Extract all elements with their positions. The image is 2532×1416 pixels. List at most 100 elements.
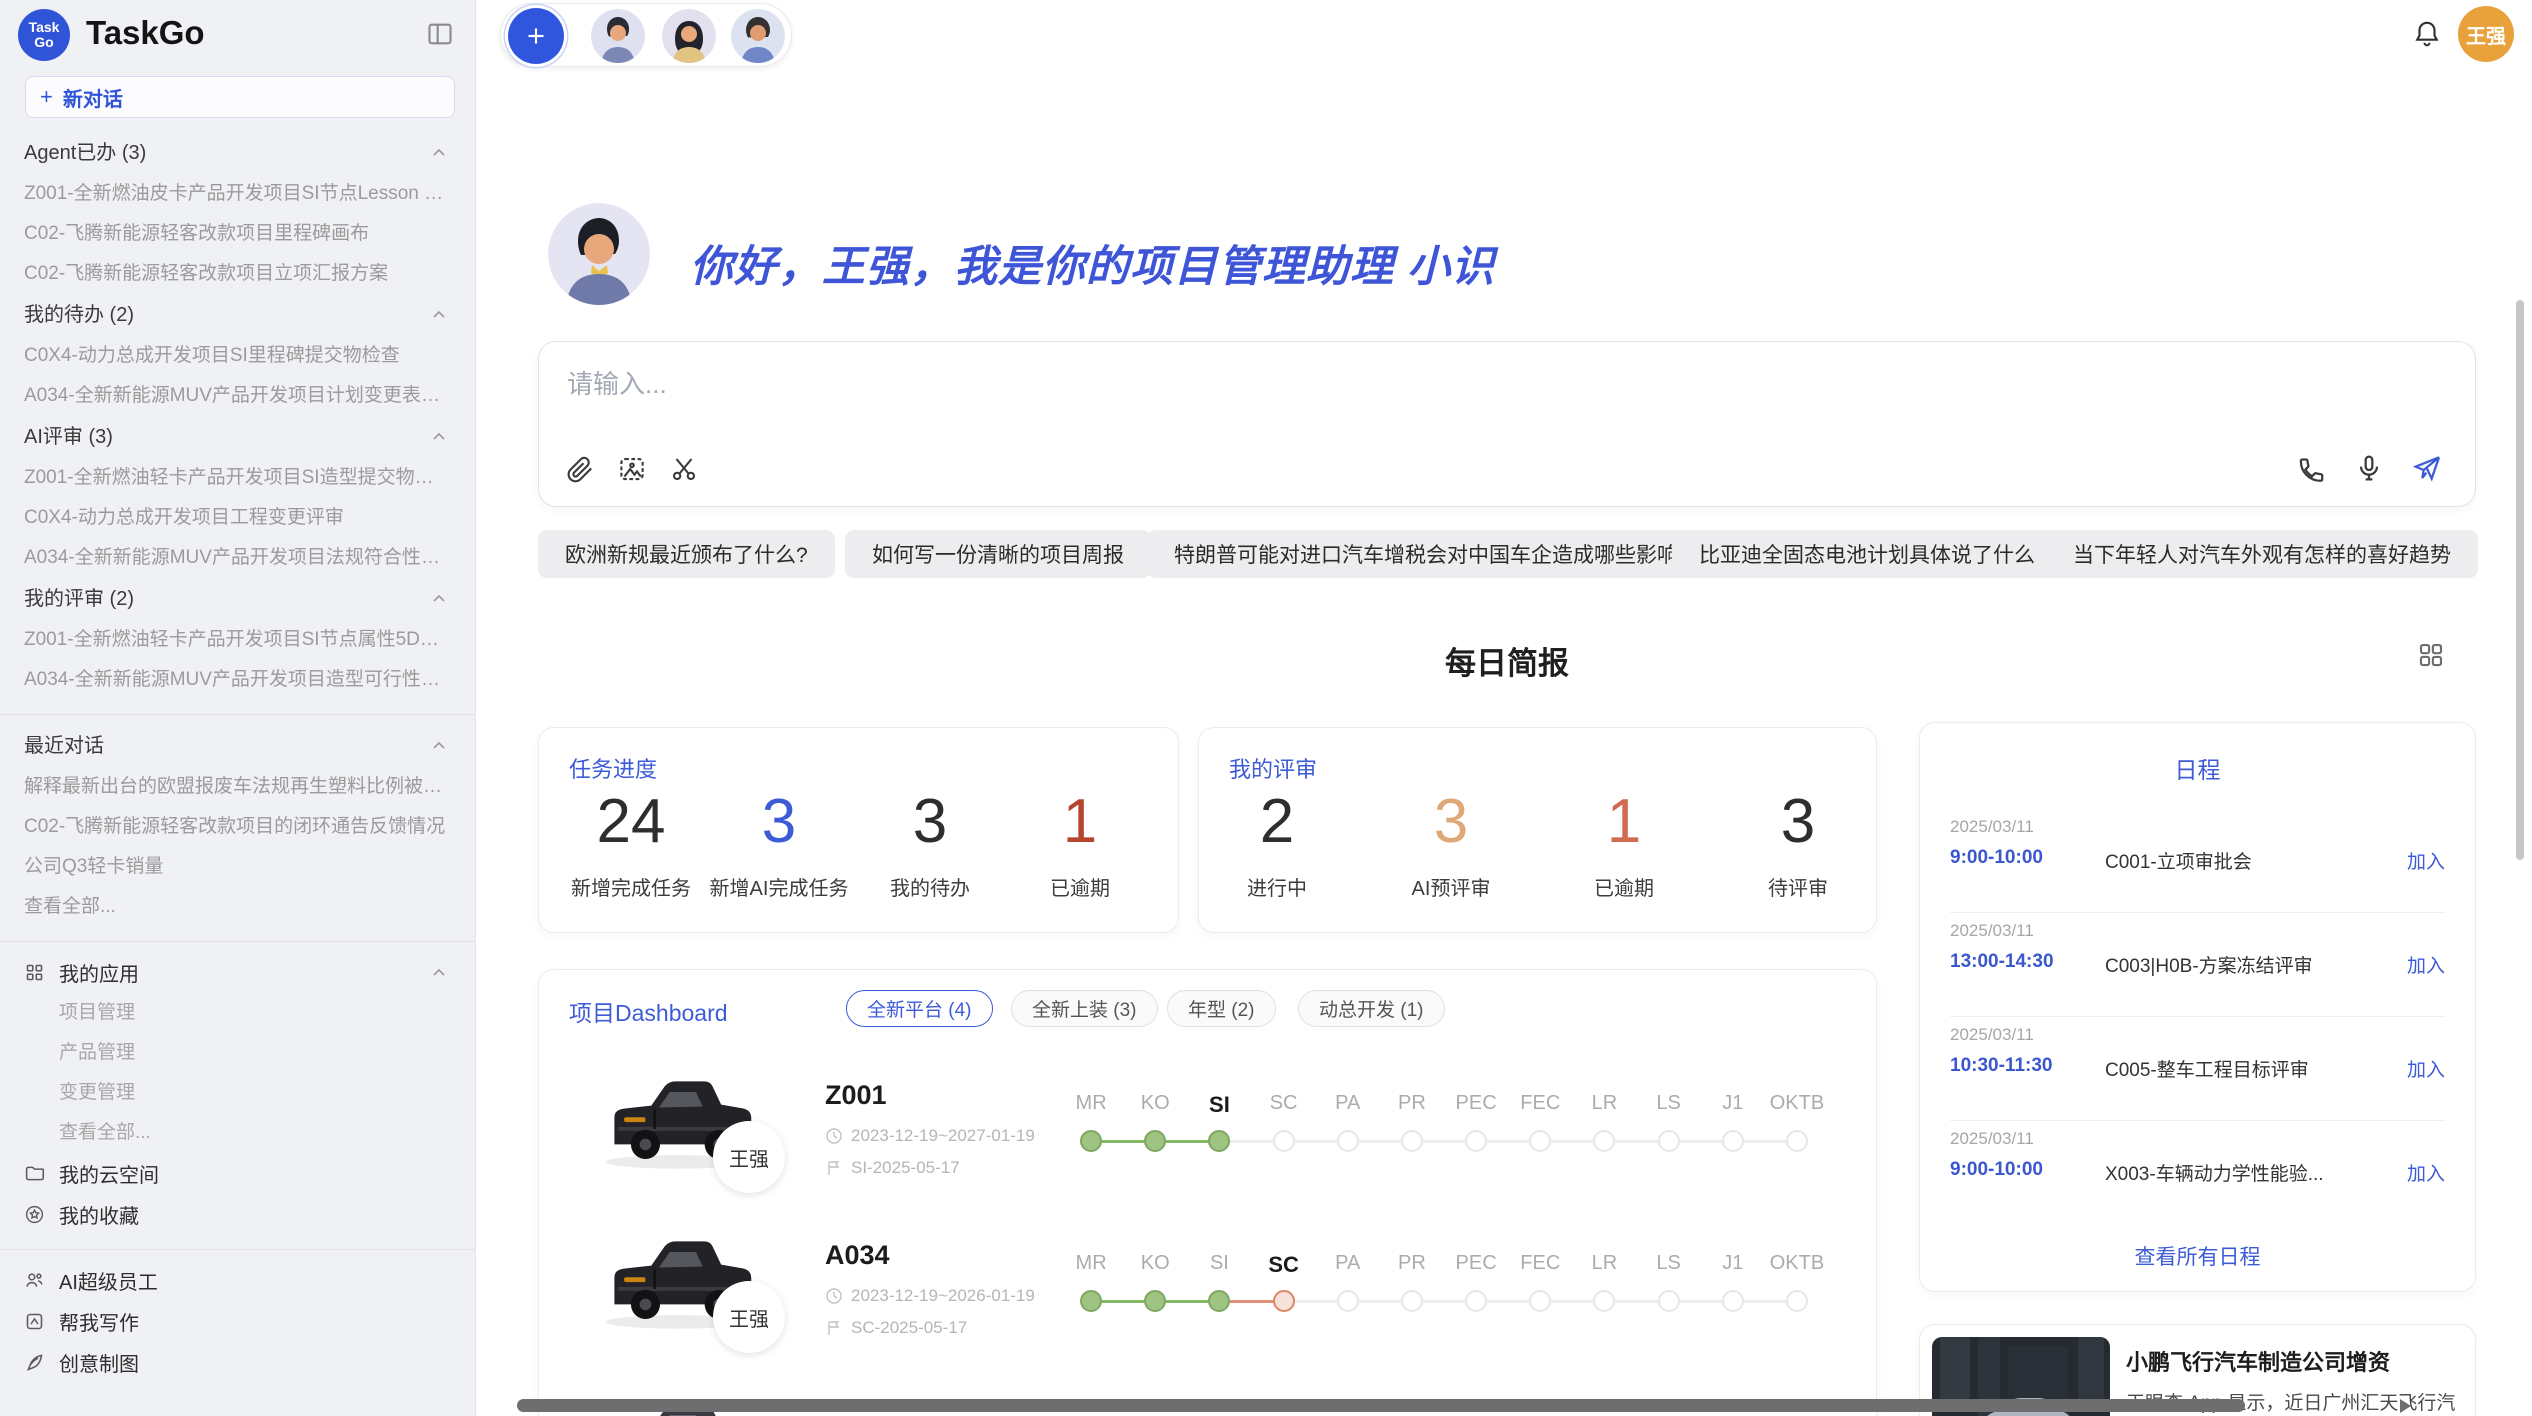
flag-text: SI-2025-05-17: [851, 1158, 960, 1178]
sidebar-item[interactable]: C02-飞腾新能源轻客改款项目里程碑画布: [24, 214, 452, 254]
milestone-track: MR KO SI SC PA PR PEC FEC LR LS J1 OKTB: [1059, 1212, 1829, 1332]
app-item-change-mgmt[interactable]: 变更管理: [24, 1073, 452, 1113]
section-recent-chats[interactable]: 最近对话: [24, 725, 452, 767]
sidebar-item[interactable]: A034-全新新能源MUV产品开发项目造型可行性评审: [24, 660, 452, 700]
menu-my-apps[interactable]: 我的应用: [24, 952, 452, 993]
join-link[interactable]: 加入: [2407, 1159, 2445, 1186]
divider: [0, 941, 476, 942]
section-my-todo[interactable]: 我的待办 (2): [24, 294, 452, 336]
mic-icon[interactable]: [2353, 452, 2385, 484]
horizontal-scrollbar[interactable]: [517, 1399, 2245, 1412]
plus-icon: +: [40, 86, 53, 108]
sidebar-item[interactable]: A034-全新新能源MUV产品开发项目法规符合性评审: [24, 538, 452, 578]
schedule-time: 13:00-14:30: [1950, 951, 2054, 973]
milestone-node: [1080, 1290, 1102, 1312]
suggestion-chip[interactable]: 欧洲新规最近颁布了什么?: [538, 530, 835, 578]
agent-avatar[interactable]: [662, 9, 716, 63]
user-avatar[interactable]: 王强: [2458, 6, 2514, 62]
project-owner-badge: 王强: [713, 1281, 785, 1353]
vertical-scrollbar[interactable]: [2516, 300, 2524, 860]
menu-cloud-space[interactable]: 我的云空间: [24, 1153, 452, 1194]
write-icon: [24, 1311, 45, 1332]
tab-model-year[interactable]: 年型 (2): [1167, 990, 1276, 1027]
menu-favorites[interactable]: 我的收藏: [24, 1194, 452, 1235]
recent-chat-view-all[interactable]: 查看全部...: [24, 887, 452, 927]
sidebar-item[interactable]: Z001-全新燃油皮卡产品开发项目SI节点Lesson Learn报告: [24, 174, 452, 214]
milestone-label: PR: [1380, 1092, 1444, 1118]
recent-chat-item[interactable]: 公司Q3轻卡销量: [24, 847, 452, 887]
section-ai-review[interactable]: AI评审 (3): [24, 416, 452, 458]
schedule-name: C001-立项审批会: [2105, 847, 2252, 874]
suggestion-chip[interactable]: 如何写一份清晰的项目周报: [845, 530, 1151, 578]
menu-label: AI超级员工: [59, 1266, 158, 1295]
app-item-project-mgmt[interactable]: 项目管理: [24, 993, 452, 1033]
owner-name: 王强: [729, 1143, 769, 1172]
recent-chat-item[interactable]: 解释最新出台的欧盟报废车法规再生塑料比例被调至15%...: [24, 767, 452, 807]
clock-icon: [825, 1287, 843, 1305]
chevron-up-icon: [430, 144, 448, 162]
sidebar-item[interactable]: A034-全新新能源MUV产品开发项目计划变更表编写: [24, 376, 452, 416]
app-root: Task Go TaskGo + 新对话 Agent已办 (3) Z001-全新…: [0, 0, 2532, 1416]
divider: [0, 714, 476, 715]
schedule-item[interactable]: 2025/03/11 10:30-11:30 C005-整车工程目标评审 加入: [1950, 1017, 2445, 1121]
join-link[interactable]: 加入: [2407, 951, 2445, 978]
sidebar-item[interactable]: C0X4-动力总成开发项目工程变更评审: [24, 498, 452, 538]
phone-icon[interactable]: [2295, 452, 2327, 484]
join-link[interactable]: 加入: [2407, 1055, 2445, 1082]
schedule-date: 2025/03/11: [1950, 1025, 2034, 1045]
owner-name: 王强: [729, 1303, 769, 1332]
schedule-item[interactable]: 2025/03/11 9:00-10:00 C001-立项审批会 加入: [1950, 809, 2445, 913]
stat-my-todo: 3 我的待办: [845, 790, 1015, 901]
sidebar-item[interactable]: Z001-全新燃油轻卡产品开发项目SI造型提交物评审: [24, 458, 452, 498]
scroll-right-arrow[interactable]: [2400, 1399, 2411, 1413]
milestone-node: [1208, 1290, 1230, 1312]
new-session-button[interactable]: [508, 8, 564, 64]
chevron-up-icon: [430, 306, 448, 324]
menu-help-me-write[interactable]: 帮我写作: [24, 1301, 452, 1342]
sidebar-item[interactable]: Z001-全新燃油轻卡产品开发项目SI节点属性5D文件评审: [24, 620, 452, 660]
suggestion-chip[interactable]: 特朗普可能对进口汽车增税会对中国车企造成哪些影响: [1147, 530, 1705, 578]
tab-all-new-platform[interactable]: 全新平台 (4): [846, 990, 993, 1027]
suggestion-chip[interactable]: 当下年轻人对汽车外观有怎样的喜好趋势: [2046, 530, 2478, 578]
menu-creative-drawing[interactable]: 创意制图: [24, 1342, 452, 1383]
recent-chat-item[interactable]: C02-飞腾新能源轻客改款项目的闭环通告反馈情况: [24, 807, 452, 847]
app-item-product-mgmt[interactable]: 产品管理: [24, 1033, 452, 1073]
view-all-schedule-link[interactable]: 查看所有日程: [1920, 1241, 2475, 1271]
schedule-time: 9:00-10:00: [1950, 1159, 2043, 1181]
layout-grid-icon[interactable]: [2416, 640, 2446, 670]
tab-powertrain-dev[interactable]: 动总开发 (1): [1298, 990, 1445, 1027]
milestone-node: [1786, 1290, 1808, 1312]
project-row[interactable]: 王强 A034 2023-12-19~2026-01-19 SC-2025-05…: [539, 1212, 1875, 1372]
schedule-item[interactable]: 2025/03/11 13:00-14:30 C003|H0B-方案冻结评审 加…: [1950, 913, 2445, 1017]
new-chat-button[interactable]: + 新对话: [25, 76, 455, 118]
attachment-icon[interactable]: [565, 454, 595, 484]
milestone-node: [1401, 1130, 1423, 1152]
section-agent-done[interactable]: Agent已办 (3): [24, 132, 452, 174]
image-icon[interactable]: [617, 454, 647, 484]
tab-new-upfit[interactable]: 全新上装 (3): [1011, 990, 1158, 1027]
stat-label: 我的待办: [845, 872, 1015, 901]
milestone-label-current: SI: [1187, 1092, 1251, 1118]
menu-ai-super-staff[interactable]: AI超级员工: [24, 1260, 452, 1301]
join-link[interactable]: 加入: [2407, 847, 2445, 874]
sidebar-collapse-icon[interactable]: [426, 20, 454, 48]
milestone-labels: MR KO SI SC PA PR PEC FEC LR LS J1 OKTB: [1059, 1092, 1829, 1118]
notifications-bell-icon[interactable]: [2412, 19, 2442, 49]
schedule-item[interactable]: 2025/03/11 9:00-10:00 X003-车辆动力学性能验... 加…: [1950, 1121, 2445, 1225]
send-icon[interactable]: [2411, 452, 2443, 484]
scissors-icon[interactable]: [669, 454, 699, 484]
sidebar-item[interactable]: C02-飞腾新能源轻客改款项目立项汇报方案: [24, 254, 452, 294]
milestone-label: KO: [1123, 1252, 1187, 1278]
project-row[interactable]: 王强 Z001 2023-12-19~2027-01-19 SI-2025-05…: [539, 1052, 1875, 1212]
app-item-view-all[interactable]: 查看全部...: [24, 1113, 452, 1153]
milestone-node: [1144, 1290, 1166, 1312]
sidebar-item[interactable]: C0X4-动力总成开发项目SI里程碑提交物检查: [24, 336, 452, 376]
section-my-review[interactable]: 我的评审 (2): [24, 578, 452, 620]
agent-avatar[interactable]: [591, 9, 645, 63]
section-title: 我的待办 (2): [24, 304, 134, 326]
suggestion-chip[interactable]: 比亚迪全固态电池计划具体说了什么: [1672, 530, 2062, 578]
message-input[interactable]: [567, 364, 2167, 428]
project-dates: 2023-12-19~2026-01-19: [825, 1286, 1035, 1306]
agent-avatar[interactable]: [731, 9, 785, 63]
composer-left-tools: [565, 454, 699, 484]
